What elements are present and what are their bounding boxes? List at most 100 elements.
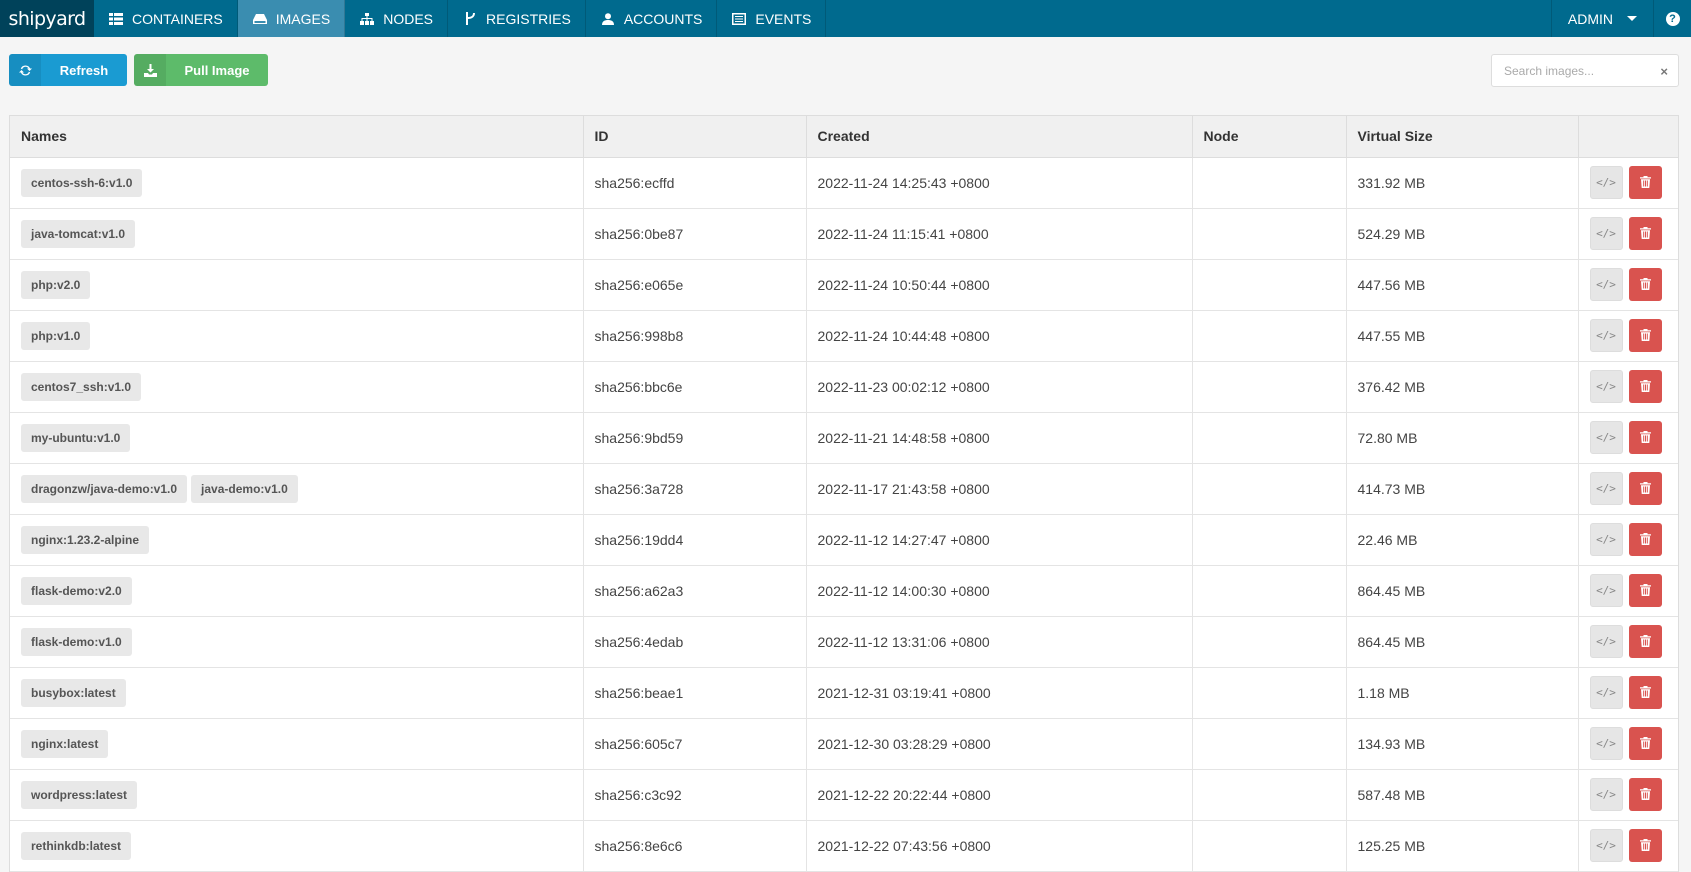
trash-icon [1639,787,1651,803]
cell-node [1192,514,1347,566]
search-input[interactable] [1492,55,1642,86]
cell-id: sha256:3a728 [583,463,807,515]
help-button[interactable]: ? [1653,0,1691,37]
delete-button[interactable] [1628,421,1662,454]
delete-button[interactable] [1628,319,1662,352]
code-icon: </> [1596,176,1616,189]
sitemap-icon [359,11,375,27]
cell-names: rethinkdb:latest [10,820,584,872]
user-name: ADMIN [1567,10,1613,27]
delete-button[interactable] [1628,523,1662,556]
inspect-button[interactable]: </> [1589,523,1623,556]
cell-created: 2022-11-24 10:50:44 +0800 [806,259,1193,311]
images-table: Names ID Created Node Virtual Size cento… [10,116,1679,872]
column-header-virtual-size[interactable]: Virtual Size [1346,116,1579,158]
cell-actions: </> [1578,208,1678,260]
inspect-button[interactable]: </> [1589,421,1623,454]
row-actions: </> [1589,523,1679,556]
image-name-tag: rethinkdb:latest [21,831,132,860]
trash-icon [1639,226,1651,242]
delete-button[interactable] [1628,676,1662,709]
cell-virtual-size: 587.48 MB [1346,769,1579,821]
column-header-node[interactable]: Node [1192,116,1347,158]
image-name-tag: flask-demo:v1.0 [21,627,132,656]
cell-virtual-size: 134.93 MB [1346,718,1579,770]
cell-names: php:v2.0 [10,259,584,311]
delete-button[interactable] [1628,727,1662,760]
inspect-button[interactable]: </> [1589,370,1623,403]
code-icon: </> [1596,227,1616,240]
nav-containers[interactable]: CONTAINERS [94,0,238,37]
inspect-button[interactable]: </> [1589,727,1623,760]
cell-node [1192,208,1347,260]
cell-created: 2021-12-22 20:22:44 +0800 [806,769,1193,821]
nav-registries[interactable]: REGISTRIES [448,0,586,37]
inspect-button[interactable]: </> [1589,574,1623,607]
user-menu[interactable]: ADMIN [1550,0,1653,37]
cell-virtual-size: 22.46 MB [1346,514,1579,566]
delete-button[interactable] [1628,268,1662,301]
pull-image-button[interactable]: Pull Image [134,54,268,86]
column-header-created[interactable]: Created [806,116,1193,158]
cell-actions: </> [1578,514,1679,566]
nav-nodes[interactable]: NODES [345,0,449,37]
cell-node [1192,565,1347,617]
inspect-button[interactable]: </> [1589,472,1623,505]
image-name-tag: flask-demo:v2.0 [21,576,132,605]
user-icon [600,11,616,27]
cell-virtual-size: 864.45 MB [1346,565,1579,617]
table-row: centos7_ssh:v1.0 sha256:bbc6e 2022-11-23 0… [10,361,1679,413]
refresh-button[interactable]: Refresh [9,54,127,86]
image-name-tag: dragonzw/java-demo:v1.0 [21,474,188,503]
images-table-container: Names ID Created Node Virtual Size cento… [9,115,1679,872]
cell-created: 2022-11-24 10:44:48 +0800 [806,310,1193,362]
clear-search-icon[interactable]: × [1660,64,1668,79]
nav-label: CONTAINERS [132,10,223,27]
inspect-button[interactable]: </> [1589,166,1623,199]
inspect-button[interactable]: </> [1589,829,1623,862]
delete-button[interactable] [1628,625,1662,658]
image-name-tag: java-tomcat:v1.0 [21,219,136,248]
inspect-button[interactable]: </> [1589,676,1623,709]
inspect-button[interactable]: </> [1589,625,1623,658]
inspect-button[interactable]: </> [1589,319,1623,352]
code-icon: </> [1596,635,1616,648]
nav-images[interactable]: IMAGES [237,0,346,37]
inspect-button[interactable]: </> [1589,778,1623,811]
nav-label: REGISTRIES [486,10,571,27]
nav-events[interactable]: EVENTS [717,0,827,37]
trash-icon [1639,532,1651,548]
cell-node [1192,157,1347,209]
cell-names: flask-demo:v2.0 [10,565,584,617]
cell-virtual-size: 72.80 MB [1346,412,1579,464]
image-name-tag: busybox:latest [21,678,126,707]
refresh-icon [9,54,41,86]
delete-button[interactable] [1628,370,1662,403]
list-icon [731,11,747,27]
delete-button[interactable] [1628,217,1662,250]
table-row: rethinkdb:latest sha256:8e6c6 2021-12-22 0… [10,820,1678,872]
column-header-id[interactable]: ID [583,116,807,158]
cell-id: sha256:0be87 [583,208,807,260]
cell-node [1192,820,1347,872]
inspect-button[interactable]: </> [1589,217,1623,250]
cell-node [1192,412,1347,464]
brand-logo[interactable]: shipyard [0,0,94,37]
delete-button[interactable] [1628,472,1662,505]
delete-button[interactable] [1628,574,1662,607]
image-name-tag: php:v1.0 [21,321,91,350]
delete-button[interactable] [1628,829,1662,862]
delete-button[interactable] [1628,166,1662,199]
download-icon [134,54,166,86]
cell-created: 2022-11-12 13:31:06 +0800 [806,616,1193,668]
row-actions: </> [1589,370,1679,403]
cell-virtual-size: 331.92 MB [1346,157,1579,209]
inspect-button[interactable]: </> [1589,268,1623,301]
row-actions: </> [1589,676,1679,709]
cell-names: centos7_ssh:v1.0 [10,361,584,413]
trash-icon [1639,736,1651,752]
column-header-names[interactable]: Names [10,116,584,158]
nav-accounts[interactable]: ACCOUNTS [586,0,718,37]
brand-text: shipyard [8,7,87,30]
delete-button[interactable] [1628,778,1662,811]
